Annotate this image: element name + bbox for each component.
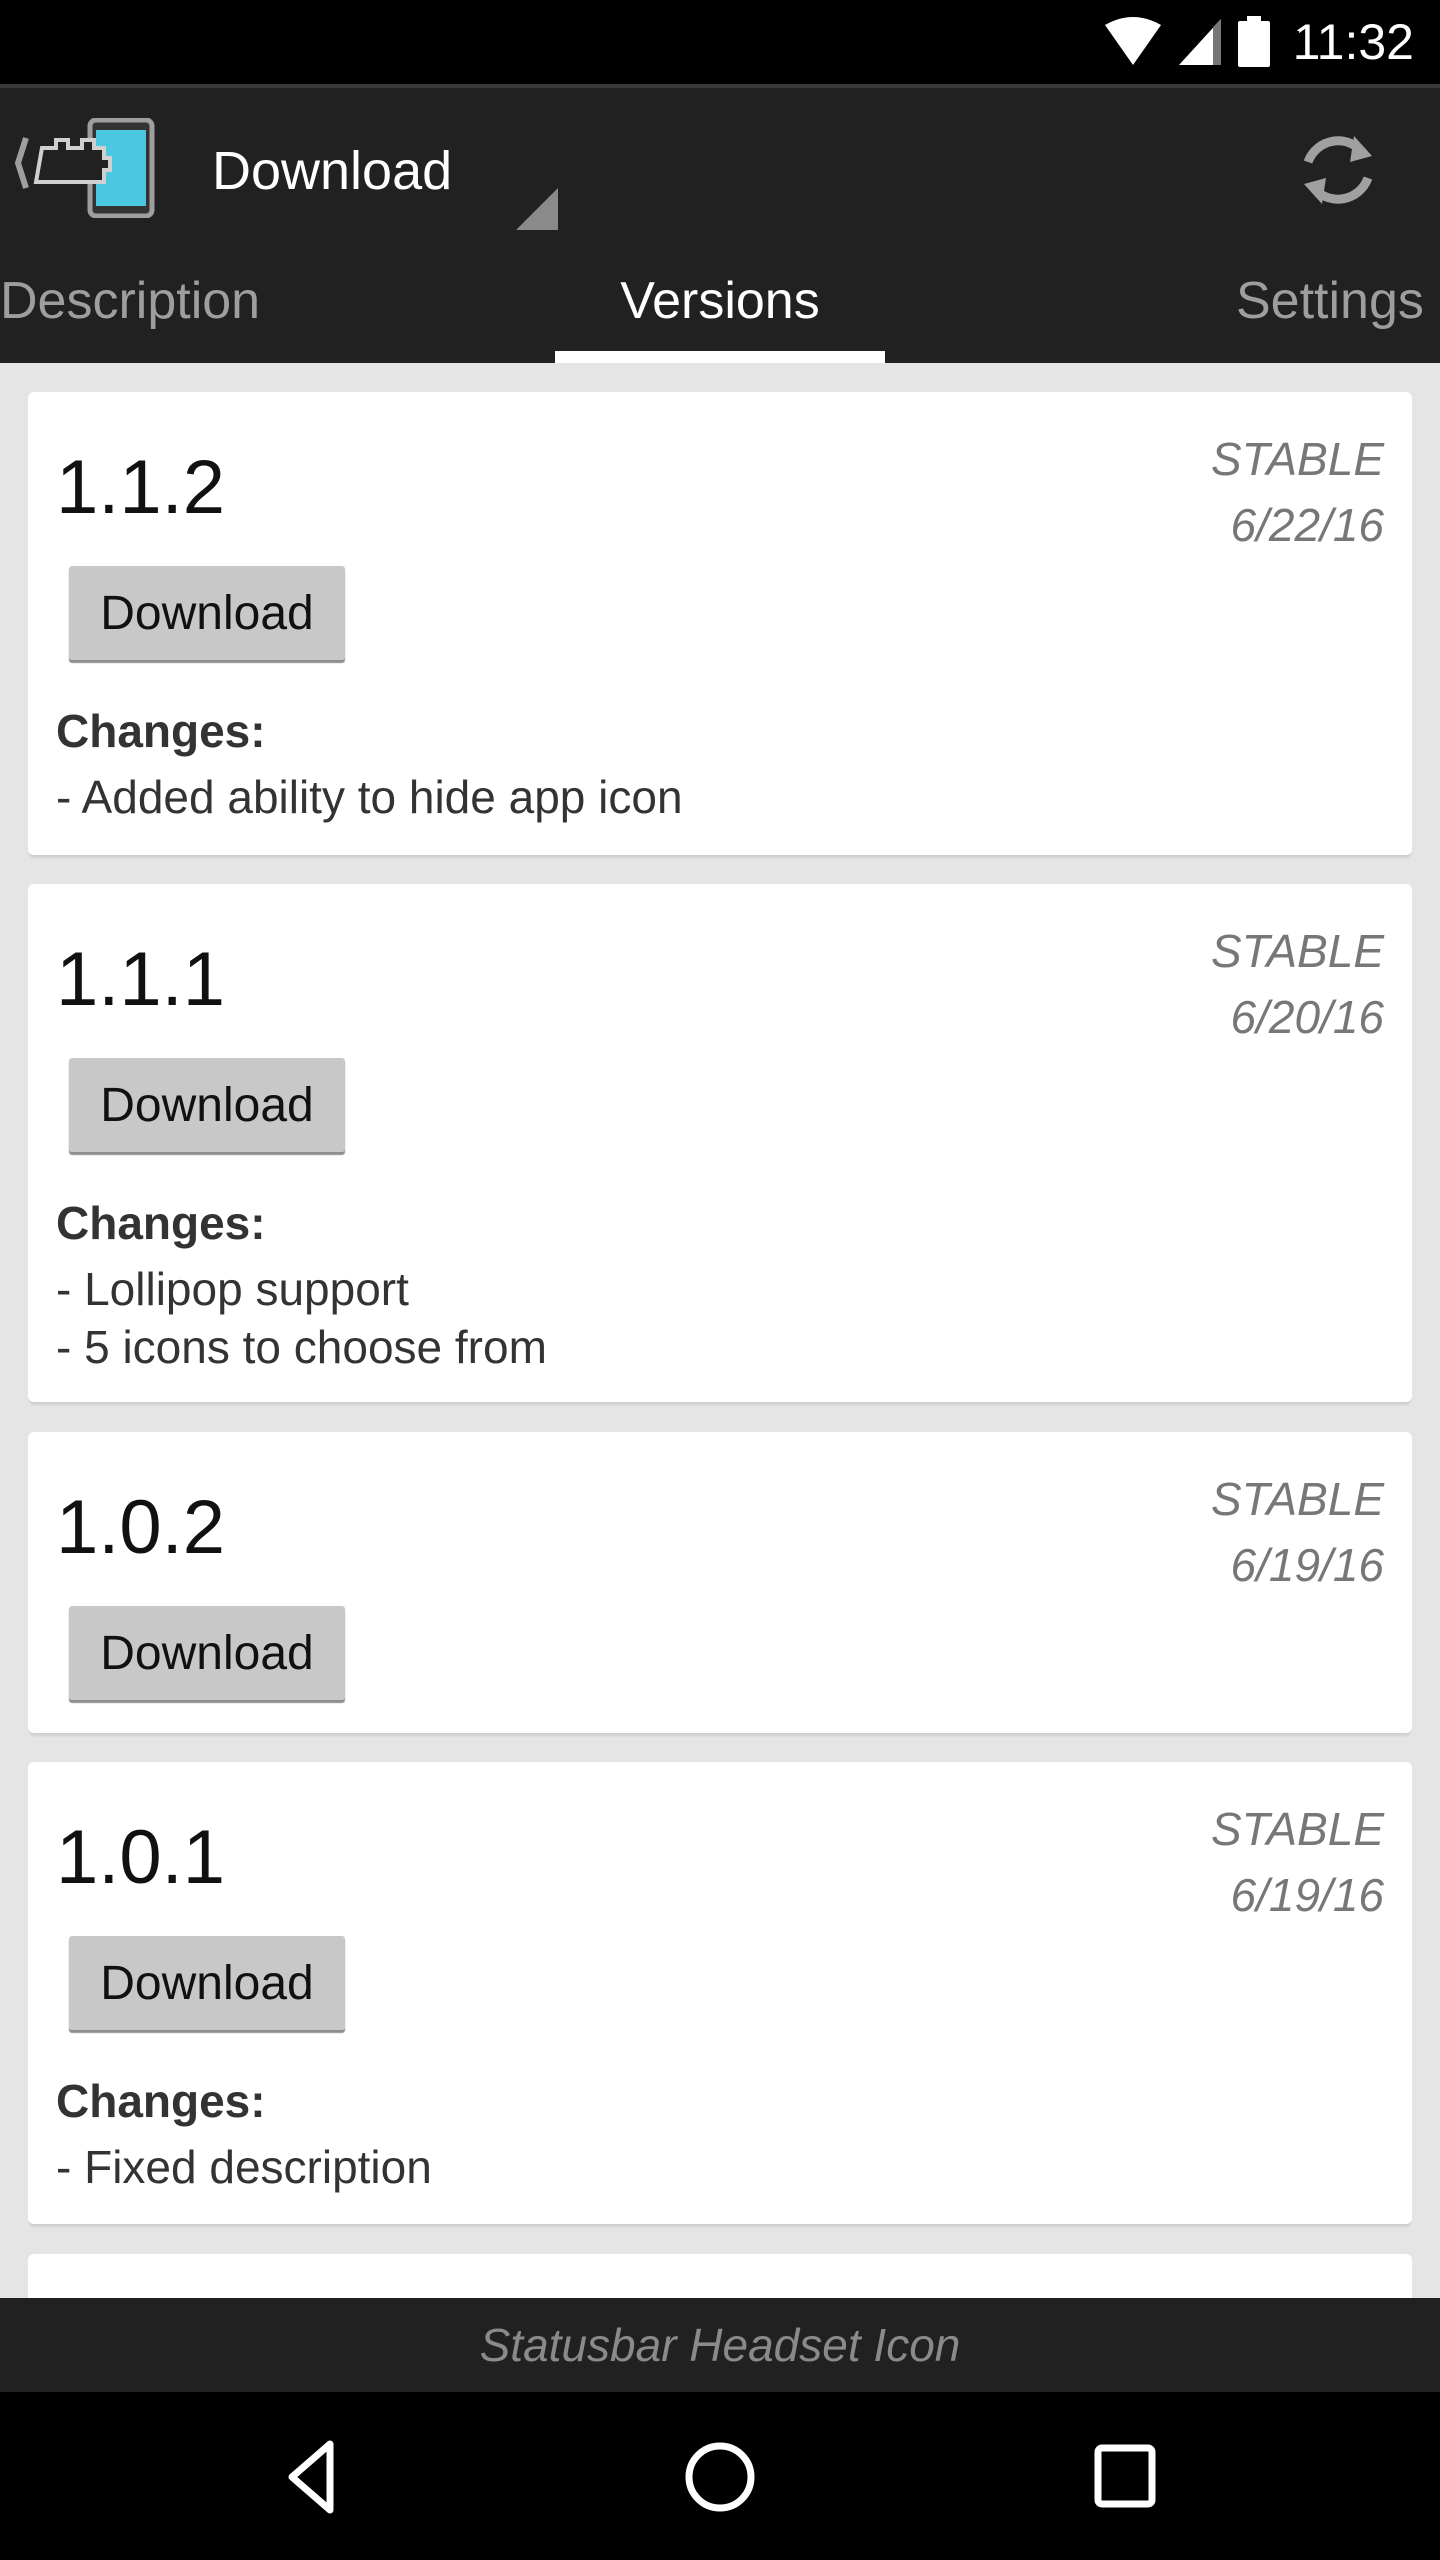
- release-channel: STABLE: [1211, 1473, 1384, 1525]
- version-meta: STABLE 6/19/16: [1211, 1796, 1384, 1928]
- changelog: Changes: - Lollipop support - 5 icons to…: [56, 1194, 547, 1376]
- changelog: Changes: - Fixed description: [56, 2072, 432, 2196]
- xposed-module-icon[interactable]: [12, 118, 157, 218]
- navigation-bar: [0, 2392, 1440, 2560]
- release-channel: STABLE: [1211, 1803, 1384, 1855]
- version-card: 1.1.2 STABLE 6/22/16 Download Changes: -…: [28, 392, 1412, 855]
- refresh-icon[interactable]: [1294, 126, 1382, 214]
- action-bar: Download: [0, 84, 1440, 245]
- download-button[interactable]: Download: [69, 1058, 345, 1152]
- download-button[interactable]: Download: [69, 1936, 345, 2030]
- active-tab-indicator: [555, 351, 885, 363]
- version-number: 1.1.2: [56, 445, 226, 530]
- change-item: - Fixed description: [56, 2141, 432, 2193]
- cell-signal-icon: [1178, 19, 1221, 65]
- release-date: 6/19/16: [1230, 1869, 1384, 1921]
- version-meta: STABLE 6/19/16: [1211, 1466, 1384, 1598]
- changes-title: Changes:: [56, 705, 266, 757]
- release-date: 6/20/16: [1230, 991, 1384, 1043]
- recents-icon[interactable]: [1080, 2432, 1170, 2522]
- battery-icon: [1237, 16, 1270, 67]
- tab-description[interactable]: Description: [0, 245, 260, 363]
- download-button[interactable]: Download: [69, 566, 345, 660]
- back-icon[interactable]: [270, 2432, 360, 2522]
- home-icon[interactable]: [675, 2432, 765, 2522]
- version-card: 1.1.1 STABLE 6/20/16 Download Changes: -…: [28, 884, 1412, 1402]
- release-date: 6/22/16: [1230, 499, 1384, 551]
- download-button[interactable]: Download: [69, 1606, 345, 1700]
- tab-bar: Description Versions Settings: [0, 245, 1440, 363]
- changes-title: Changes:: [56, 1197, 266, 1249]
- status-bar: 97 11:32: [0, 0, 1440, 84]
- tab-settings[interactable]: Settings: [1236, 245, 1424, 363]
- dropdown-indicator-icon[interactable]: [516, 188, 558, 230]
- version-number: 1.0.1: [56, 1815, 226, 1900]
- changes-title: Changes:: [56, 2075, 266, 2127]
- changelog: Changes: - Added ability to hide app ico…: [56, 702, 683, 826]
- change-item: - Added ability to hide app icon: [56, 771, 683, 823]
- change-item: - Lollipop support: [56, 1263, 409, 1315]
- version-card: 1.0.2 STABLE 6/19/16 Download: [28, 1432, 1412, 1733]
- version-number: 1.1.1: [56, 937, 226, 1022]
- wifi-icon: [1104, 17, 1161, 65]
- release-channel: STABLE: [1211, 433, 1384, 485]
- module-name-footer: Statusbar Headset Icon: [0, 2298, 1440, 2392]
- version-card: 1.0.1 STABLE 6/19/16 Download Changes: -…: [28, 1762, 1412, 2224]
- clock: 11:32: [1292, 14, 1414, 70]
- battery-level: 97: [1277, 28, 1300, 50]
- version-meta: STABLE 6/22/16: [1211, 426, 1384, 558]
- versions-list[interactable]: 1.1.2 STABLE 6/22/16 Download Changes: -…: [0, 363, 1440, 2298]
- version-card-partial: [28, 2254, 1412, 2298]
- change-item: - 5 icons to choose from: [56, 1321, 547, 1373]
- page-title[interactable]: Download: [212, 140, 452, 202]
- release-channel: STABLE: [1211, 925, 1384, 977]
- version-meta: STABLE 6/20/16: [1211, 918, 1384, 1050]
- tab-versions[interactable]: Versions: [555, 245, 885, 363]
- version-number: 1.0.2: [56, 1485, 226, 1570]
- release-date: 6/19/16: [1230, 1539, 1384, 1591]
